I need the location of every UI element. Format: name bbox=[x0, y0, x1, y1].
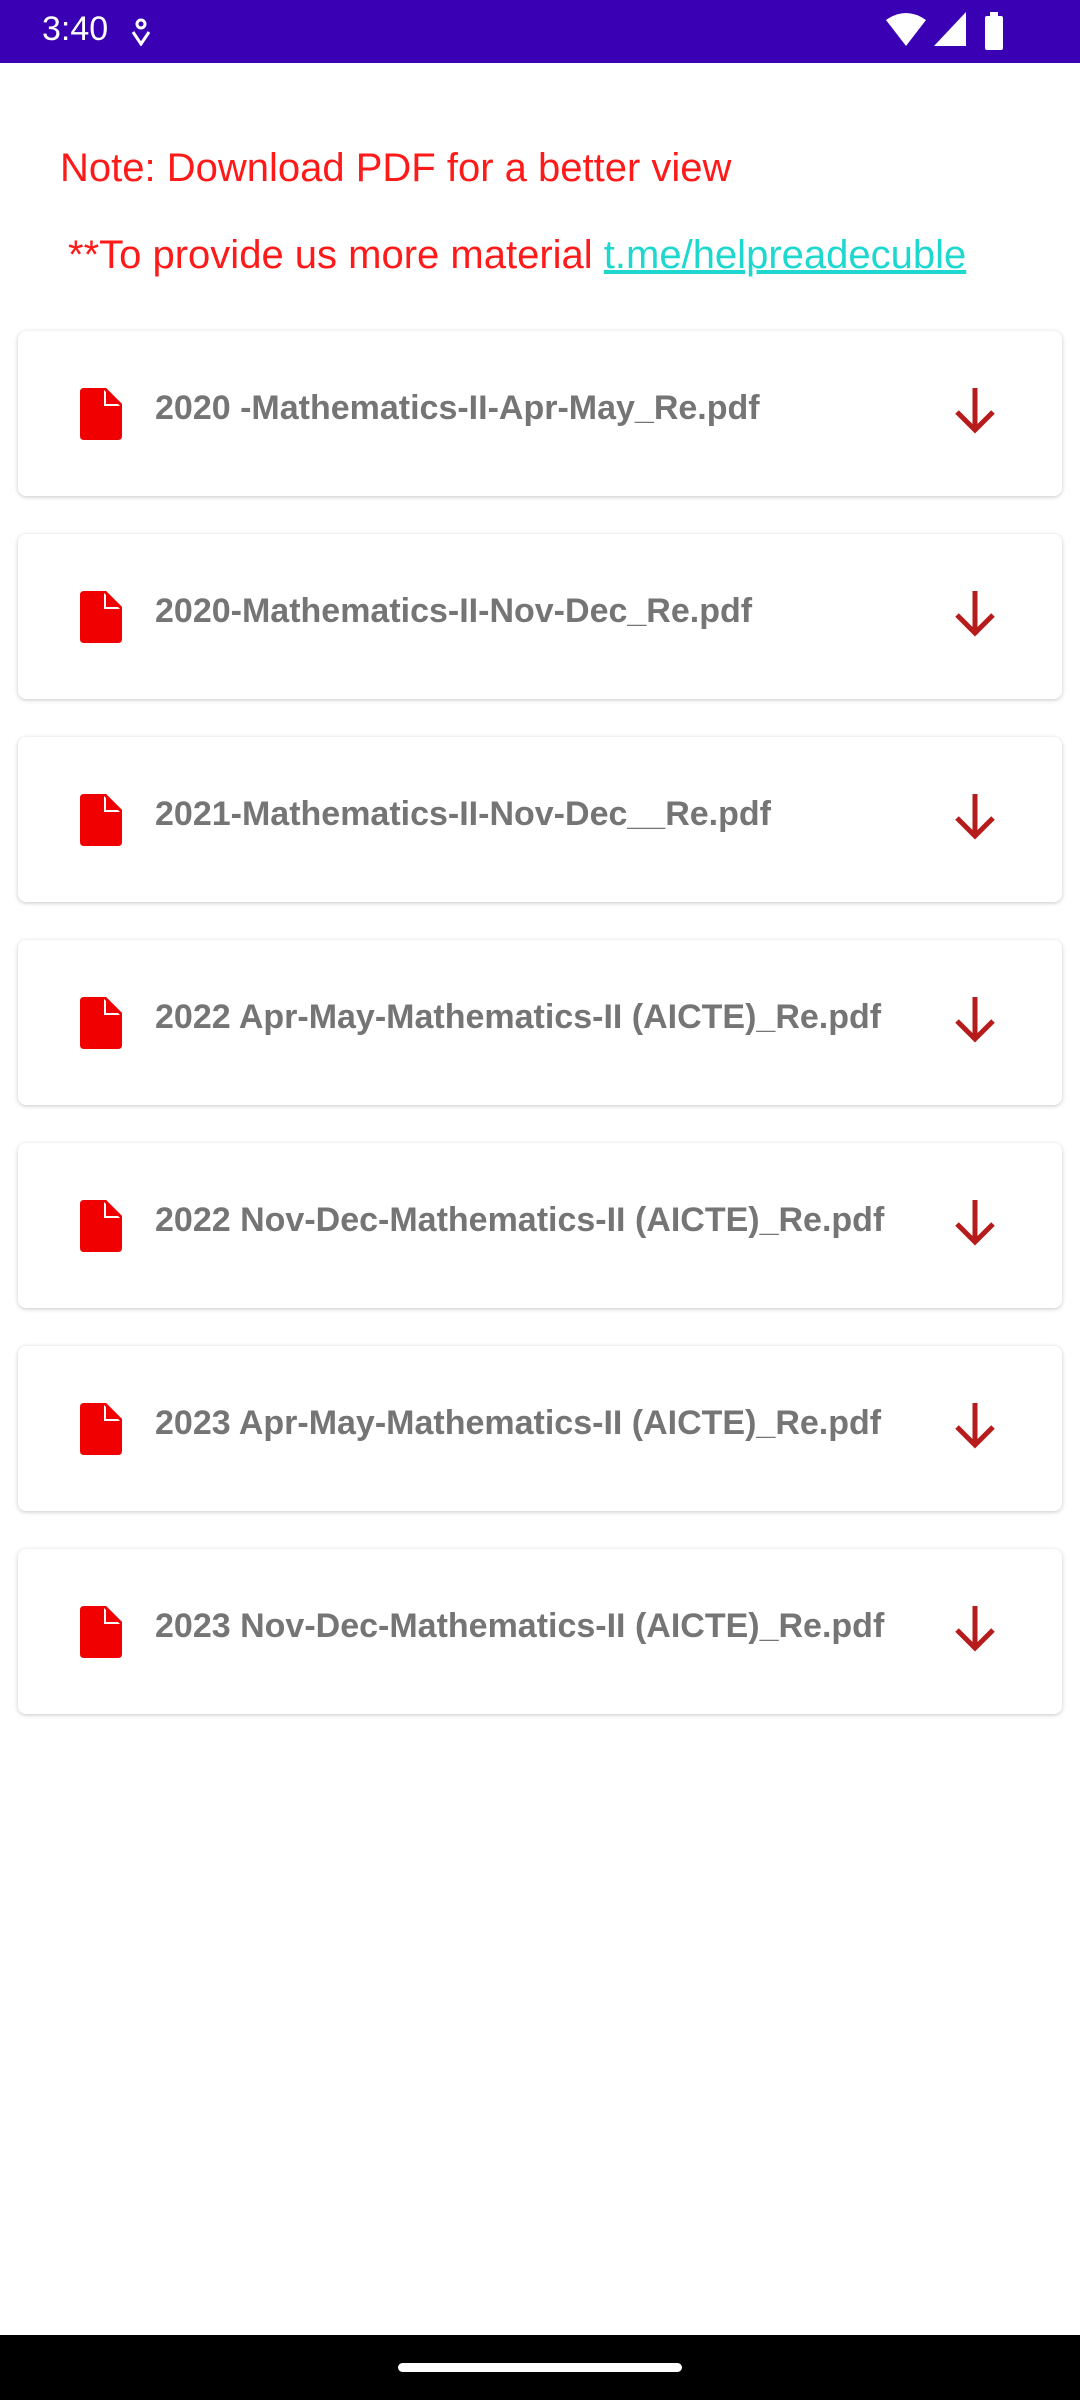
file-name: 2023 Nov-Dec-Mathematics-II (AICTE)_Re.p… bbox=[155, 1607, 885, 1645]
pdf-file-icon bbox=[80, 591, 122, 643]
file-card[interactable]: 2020 -Mathematics-II-Apr-May_Re.pdf bbox=[18, 331, 1062, 496]
status-time: 3:40 bbox=[42, 10, 109, 48]
file-card[interactable]: 2022 Nov-Dec-Mathematics-II (AICTE)_Re.p… bbox=[18, 1143, 1062, 1308]
file-name: 2020-Mathematics-II-Nov-Dec_Re.pdf bbox=[155, 592, 753, 630]
notification-icon bbox=[131, 18, 151, 46]
more-material-text: **To provide us more material t.me/helpr… bbox=[68, 233, 966, 278]
file-name: 2020 -Mathematics-II-Apr-May_Re.pdf bbox=[155, 389, 760, 427]
pdf-file-icon bbox=[80, 1606, 122, 1658]
file-card[interactable]: 2021-Mathematics-II-Nov-Dec__Re.pdf bbox=[18, 737, 1062, 902]
download-icon[interactable] bbox=[953, 792, 997, 840]
signal-icon bbox=[934, 12, 966, 46]
download-icon[interactable] bbox=[953, 1198, 997, 1246]
telegram-link[interactable]: t.me/helpreadecuble bbox=[604, 233, 966, 277]
pdf-file-icon bbox=[80, 1403, 122, 1455]
pdf-file-icon bbox=[80, 794, 122, 846]
download-icon[interactable] bbox=[953, 1401, 997, 1449]
file-card[interactable]: 2023 Apr-May-Mathematics-II (AICTE)_Re.p… bbox=[18, 1346, 1062, 1511]
file-card[interactable]: 2022 Apr-May-Mathematics-II (AICTE)_Re.p… bbox=[18, 940, 1062, 1105]
pdf-file-icon bbox=[80, 1200, 122, 1252]
pdf-file-icon bbox=[80, 388, 122, 440]
status-bar: 3:40 bbox=[0, 0, 1080, 63]
file-name: 2022 Nov-Dec-Mathematics-II (AICTE)_Re.p… bbox=[155, 1201, 885, 1239]
home-gesture-handle[interactable] bbox=[398, 2363, 682, 2372]
file-name: 2021-Mathematics-II-Nov-Dec__Re.pdf bbox=[155, 795, 771, 833]
navigation-bar bbox=[0, 2335, 1080, 2400]
file-card[interactable]: 2020-Mathematics-II-Nov-Dec_Re.pdf bbox=[18, 534, 1062, 699]
file-card[interactable]: 2023 Nov-Dec-Mathematics-II (AICTE)_Re.p… bbox=[18, 1549, 1062, 1714]
note-text: Note: Download PDF for a better view bbox=[60, 146, 732, 190]
file-name: 2023 Apr-May-Mathematics-II (AICTE)_Re.p… bbox=[155, 1404, 882, 1442]
more-material-label: **To provide us more material bbox=[68, 233, 604, 277]
download-icon[interactable] bbox=[953, 589, 997, 637]
download-icon[interactable] bbox=[953, 995, 997, 1043]
download-icon[interactable] bbox=[953, 1604, 997, 1652]
pdf-file-icon bbox=[80, 997, 122, 1049]
download-icon[interactable] bbox=[953, 386, 997, 434]
file-name: 2022 Apr-May-Mathematics-II (AICTE)_Re.p… bbox=[155, 998, 882, 1036]
battery-icon bbox=[985, 12, 1003, 50]
wifi-icon bbox=[886, 13, 926, 46]
